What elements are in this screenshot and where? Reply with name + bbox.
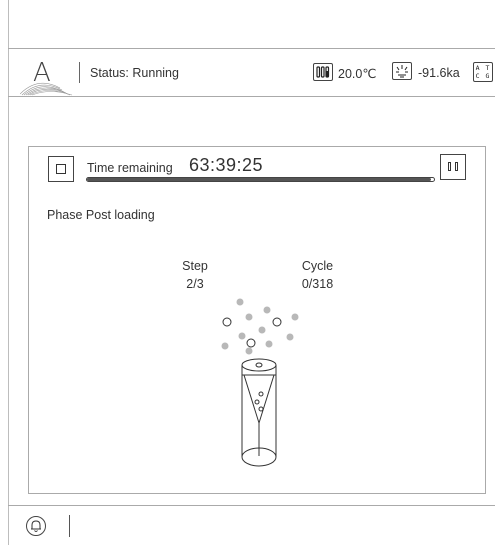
header-bar: A Status: Running 20.0℃ -91.6ka A T C G bbox=[8, 48, 495, 97]
run-progress-fill bbox=[87, 178, 431, 181]
pressure-icon[interactable] bbox=[392, 62, 412, 80]
logo: A bbox=[19, 52, 76, 96]
temperature-readout: 20.0℃ bbox=[338, 67, 377, 81]
stop-icon bbox=[56, 164, 66, 174]
pressure-readout: -91.6ka bbox=[418, 66, 460, 80]
header-divider bbox=[79, 62, 80, 83]
time-remaining-value: 63:39:25 bbox=[189, 155, 264, 175]
thermometer-icon[interactable] bbox=[313, 63, 333, 81]
logo-letter: A bbox=[33, 58, 51, 88]
time-remaining-label: Time remaining bbox=[87, 161, 173, 175]
phase-label: Phase Post loading bbox=[47, 208, 155, 222]
status-text: Status: Running bbox=[90, 66, 179, 80]
pause-icon bbox=[455, 162, 458, 171]
footer-divider bbox=[69, 515, 70, 537]
footer-bar bbox=[8, 505, 495, 545]
dna-icon[interactable]: A T C G bbox=[473, 62, 493, 82]
cycle-value: 0/318 bbox=[301, 277, 334, 291]
atcg-top-text: A T bbox=[475, 64, 491, 72]
stop-button[interactable] bbox=[48, 156, 74, 182]
atcg-bottom-text: C G bbox=[475, 72, 491, 80]
sample-tube-illustration bbox=[221, 298, 299, 467]
bell-icon[interactable] bbox=[26, 516, 46, 536]
step-label: Step bbox=[182, 259, 208, 273]
cycle-label: Cycle bbox=[301, 259, 334, 273]
run-progress-bar bbox=[86, 177, 435, 182]
step-value: 2/3 bbox=[186, 277, 204, 291]
pause-icon bbox=[448, 162, 451, 171]
pause-button[interactable] bbox=[440, 154, 466, 180]
run-panel: Time remaining 63:39:25 Phase Post loadi… bbox=[28, 146, 486, 494]
